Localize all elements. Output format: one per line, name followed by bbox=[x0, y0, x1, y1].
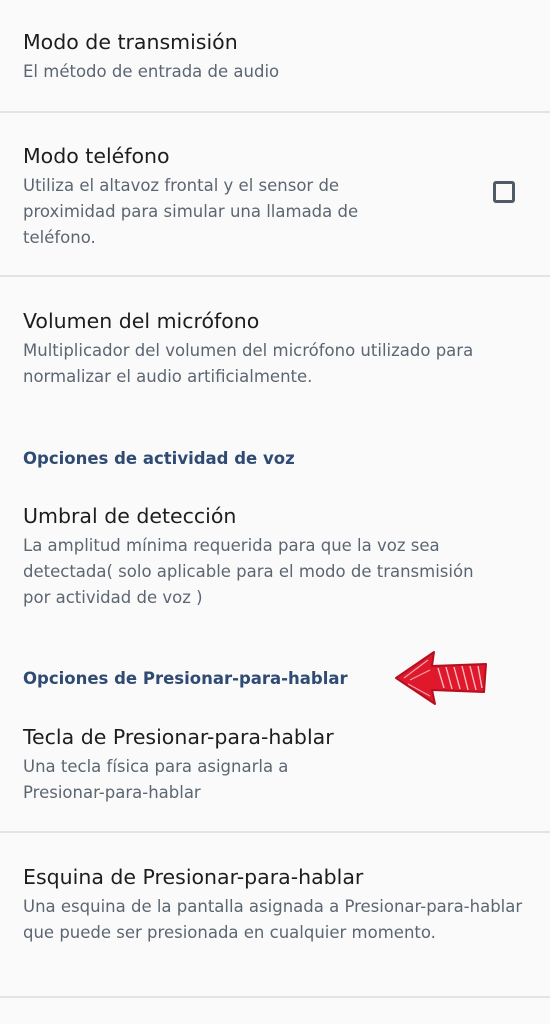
pref-summary: Utiliza el altavoz frontal y el sensor d… bbox=[23, 176, 359, 247]
divider bbox=[0, 275, 550, 277]
category-push-to-talk: Opciones de Presionar-para-hablar bbox=[23, 669, 348, 688]
pref-ptt-key[interactable]: Tecla de Presionar-para-hablar Una tecla… bbox=[0, 723, 550, 806]
category-voice-activity: Opciones de actividad de voz bbox=[23, 449, 295, 468]
pref-summary: Multiplicador del volumen del micrófono … bbox=[23, 341, 474, 386]
pref-title: Umbral de detección bbox=[23, 504, 237, 528]
pref-summary: El método de entrada de audio bbox=[23, 62, 280, 81]
pref-summary: Una tecla física para asignarla a Presio… bbox=[23, 757, 289, 802]
red-arrow-annotation-icon bbox=[395, 651, 487, 705]
pref-summary: Una esquina de la pantalla asignada a Pr… bbox=[23, 897, 523, 942]
pref-phone-mode[interactable]: Modo teléfono Utiliza el altavoz frontal… bbox=[0, 142, 550, 251]
pref-title: Modo teléfono bbox=[23, 144, 170, 168]
pref-mic-volume[interactable]: Volumen del micrófono Multiplicador del … bbox=[0, 307, 550, 390]
divider bbox=[0, 111, 550, 113]
divider bbox=[0, 996, 550, 998]
divider bbox=[0, 831, 550, 833]
pref-summary: La amplitud mínima requerida para que la… bbox=[23, 536, 474, 607]
pref-title: Modo de transmisión bbox=[23, 30, 238, 54]
pref-title: Tecla de Presionar-para-hablar bbox=[23, 725, 334, 749]
phone-mode-checkbox[interactable] bbox=[493, 181, 515, 203]
settings-screen: Modo de transmisión El método de entrada… bbox=[0, 0, 550, 1024]
pref-ptt-corner[interactable]: Esquina de Presionar-para-hablar Una esq… bbox=[0, 863, 550, 946]
pref-detection-threshold[interactable]: Umbral de detección La amplitud mínima r… bbox=[0, 502, 550, 611]
pref-title: Esquina de Presionar-para-hablar bbox=[23, 865, 364, 889]
pref-title: Volumen del micrófono bbox=[23, 309, 260, 333]
pref-transmission-mode[interactable]: Modo de transmisión El método de entrada… bbox=[0, 28, 550, 85]
